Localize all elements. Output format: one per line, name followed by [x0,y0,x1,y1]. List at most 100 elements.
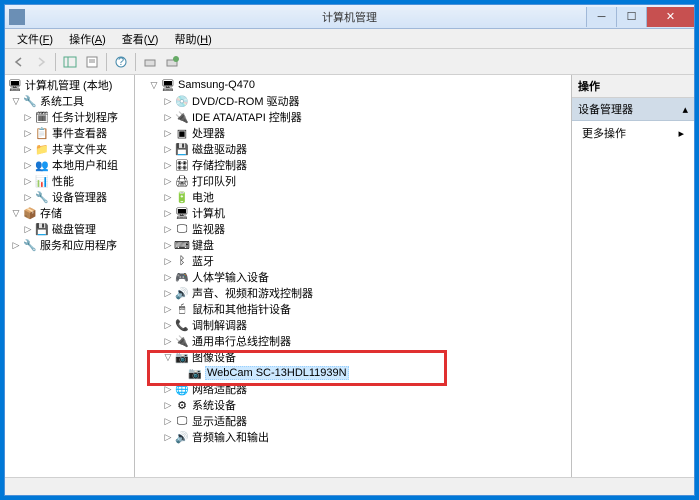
device-category[interactable]: ▷⌨键盘 [149,237,569,253]
expander-icon[interactable]: ▷ [23,192,33,202]
statusbar [5,477,694,495]
category-icon: ⚙ [174,398,190,412]
titlebar[interactable]: 计算机管理 ─ ☐ ✕ [5,5,694,29]
tree-item[interactable]: ▷🗓任务计划程序 [7,109,132,125]
device-category[interactable]: ▷🖥计算机 [149,205,569,221]
device-category[interactable]: ▷🔌IDE ATA/ATAPI 控制器 [149,109,569,125]
tree-item[interactable]: ▷👥本地用户和组 [7,157,132,173]
tree-group[interactable]: ▽🔧系统工具 [7,93,132,109]
expander-icon[interactable]: ▷ [163,336,173,346]
menu-view[interactable]: 查看(V) [114,29,167,49]
uninstall-button[interactable] [162,52,182,72]
tree-item[interactable]: ▷🔧设备管理器 [7,189,132,205]
forward-button[interactable] [31,52,51,72]
expander-icon[interactable]: ▷ [163,96,173,106]
actions-section[interactable]: 设备管理器 ▴ [572,98,694,121]
tree-item[interactable]: ▷📋事件查看器 [7,125,132,141]
tree-item[interactable]: ▷📁共享文件夹 [7,141,132,157]
device-category[interactable]: ▷💿DVD/CD-ROM 驱动器 [149,93,569,109]
expander-icon[interactable]: ▷ [163,144,173,154]
expander-icon[interactable]: ▷ [11,240,21,250]
webcam-icon: 📷 [187,366,203,380]
expander-icon[interactable]: ▽ [163,352,173,362]
minimize-button[interactable]: ─ [586,7,616,27]
computer-icon: 🖥 [160,78,176,92]
expander-icon[interactable]: ▷ [163,240,173,250]
device-category[interactable]: ▷▣处理器 [149,125,569,141]
expander-icon[interactable]: ▷ [163,400,173,410]
expander-icon[interactable]: ▷ [163,112,173,122]
folder-icon: 🔧 [22,238,38,252]
device-root[interactable]: ▽ 🖥 Samsung-Q470 [149,77,569,93]
expander-icon[interactable]: ▷ [163,432,173,442]
expander-icon[interactable]: ▷ [163,256,173,266]
device-category[interactable]: ▷🔊音频输入和输出 [149,429,569,445]
device-category[interactable]: ▷🖱鼠标和其他指针设备 [149,301,569,317]
scan-button[interactable] [140,52,160,72]
device-category[interactable]: ▷🖵监视器 [149,221,569,237]
device-category[interactable]: ▷🎛存储控制器 [149,157,569,173]
category-icon: 🔌 [174,334,190,348]
device-category[interactable]: ▷🔋电池 [149,189,569,205]
expander-icon[interactable]: ▷ [163,272,173,282]
properties-button[interactable] [82,52,102,72]
expander-icon[interactable]: ▷ [163,128,173,138]
expander-icon[interactable]: ▷ [23,128,33,138]
expander-icon[interactable]: ▷ [163,176,173,186]
expander-icon[interactable]: ▷ [163,208,173,218]
expander-icon[interactable]: ▷ [163,416,173,426]
device-category[interactable]: ▽📷图像设备 [149,349,569,365]
tree-group[interactable]: ▽📦存储 [7,205,132,221]
back-button[interactable] [9,52,29,72]
tree-root[interactable]: 🖥 计算机管理 (本地) [7,77,132,93]
expander-icon[interactable]: ▷ [163,224,173,234]
expander-icon[interactable]: ▷ [163,192,173,202]
expander-icon[interactable]: ▷ [23,144,33,154]
help-button[interactable]: ? [111,52,131,72]
expander-icon[interactable]: ▽ [11,96,21,106]
expander-icon[interactable]: ▷ [163,160,173,170]
tree-item[interactable]: ▷📊性能 [7,173,132,189]
device-item[interactable]: 📷WebCam SC-13HDL11939N [149,365,569,381]
menu-file[interactable]: 文件(F) [9,29,61,49]
device-category[interactable]: ▷🎮人体学输入设备 [149,269,569,285]
device-category[interactable]: ▷🔌通用串行总线控制器 [149,333,569,349]
category-icon: 🖵 [174,414,190,428]
actions-more[interactable]: 更多操作 ▸ [572,121,694,145]
expander-icon[interactable]: ▷ [163,304,173,314]
expander-icon[interactable]: ▷ [23,224,33,234]
close-button[interactable]: ✕ [646,7,694,27]
device-category[interactable]: ▷🖵显示适配器 [149,413,569,429]
category-icon: 💾 [174,142,190,156]
maximize-button[interactable]: ☐ [616,7,646,27]
left-panel[interactable]: 🖥 计算机管理 (本地) ▽🔧系统工具▷🗓任务计划程序▷📋事件查看器▷📁共享文件… [5,75,135,477]
menu-action[interactable]: 操作(A) [61,29,114,49]
collapse-icon[interactable]: ▴ [682,103,688,116]
expander-icon[interactable]: ▽ [149,80,159,90]
device-category[interactable]: ▷ᛒ蓝牙 [149,253,569,269]
device-category[interactable]: ▷📞调制解调器 [149,317,569,333]
main-window: 计算机管理 ─ ☐ ✕ 文件(F) 操作(A) 查看(V) 帮助(H) ? 🖥 … [4,4,695,496]
mid-panel[interactable]: ▽ 🖥 Samsung-Q470 ▷💿DVD/CD-ROM 驱动器▷🔌IDE A… [135,75,572,477]
expander-icon[interactable]: ▷ [163,384,173,394]
category-icon: ᛒ [174,254,190,268]
category-icon: 🖥 [174,206,190,220]
folder-icon: 🔧 [22,94,38,108]
show-hide-tree-button[interactable] [60,52,80,72]
expander-icon[interactable]: ▷ [23,112,33,122]
expander-icon[interactable]: ▽ [11,208,21,218]
device-category[interactable]: ▷⚙系统设备 [149,397,569,413]
expander-icon[interactable]: ▷ [163,288,173,298]
tree-group[interactable]: ▷🔧服务和应用程序 [7,237,132,253]
menu-help[interactable]: 帮助(H) [166,29,219,49]
expander-icon[interactable]: ▷ [23,176,33,186]
device-category[interactable]: ▷🖨打印队列 [149,173,569,189]
device-category[interactable]: ▷🔊声音、视频和游戏控制器 [149,285,569,301]
expander-icon[interactable]: ▷ [163,320,173,330]
computer-mgmt-icon: 🖥 [7,78,23,92]
device-category[interactable]: ▷💾磁盘驱动器 [149,141,569,157]
expander-icon[interactable]: ▷ [23,160,33,170]
item-icon: 📁 [34,142,50,156]
device-category[interactable]: ▷🌐网络适配器 [149,381,569,397]
tree-item[interactable]: ▷💾磁盘管理 [7,221,132,237]
